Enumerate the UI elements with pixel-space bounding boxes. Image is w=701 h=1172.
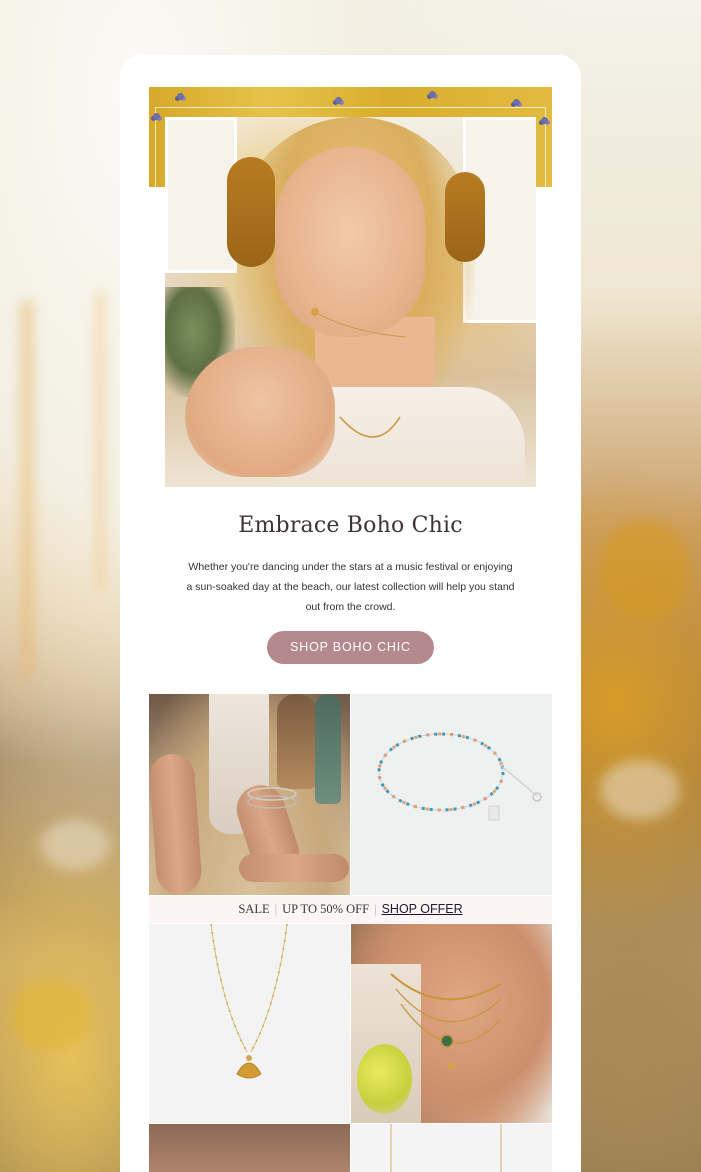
sale-label: SALE (238, 902, 270, 916)
divider: | (374, 902, 377, 916)
background-flower (600, 520, 690, 620)
hero-description: Whether you're dancing under the stars a… (186, 561, 515, 613)
background-flower (10, 980, 90, 1050)
beaded-anklet (377, 732, 542, 821)
product-tile-anklet-lifestyle[interactable] (149, 694, 350, 895)
product-tile-shell-necklace[interactable] (149, 924, 350, 1123)
flower-icon (177, 93, 184, 100)
flower-icon (335, 97, 342, 104)
flower-icon (513, 99, 520, 106)
necklace-chain (311, 308, 406, 438)
divider: | (274, 902, 278, 916)
background-stalk (95, 290, 105, 590)
product-tile-partial[interactable] (149, 1124, 350, 1172)
flower-icon (429, 91, 436, 98)
anklet (247, 787, 297, 809)
layered-necklaces (390, 973, 502, 1070)
shop-boho-chic-button[interactable]: SHOP BOHO CHIC (267, 631, 434, 664)
flower-icon (541, 117, 548, 124)
background-flower (600, 760, 680, 820)
product-tile-beaded-anklet[interactable] (351, 694, 552, 895)
sale-banner: SALE | UP TO 50% OFF | SHOP OFFER (149, 896, 552, 923)
hero-section (149, 87, 552, 487)
email-card: Embrace Boho Chic Whether you're dancing… (120, 55, 581, 1172)
shell-necklace (210, 924, 288, 1079)
hero-image[interactable] (165, 117, 536, 487)
product-tile-partial[interactable] (351, 1124, 552, 1172)
discount-label: UP TO 50% OFF (282, 902, 370, 916)
flower-icon (153, 113, 160, 120)
background-stalk (20, 300, 34, 680)
background-flower (40, 820, 110, 870)
necklace-chain (390, 1124, 502, 1172)
hero-title: Embrace Boho Chic (238, 513, 463, 538)
shop-offer-link[interactable]: SHOP OFFER (382, 902, 463, 916)
product-tile-layered-necklaces[interactable] (351, 924, 552, 1123)
